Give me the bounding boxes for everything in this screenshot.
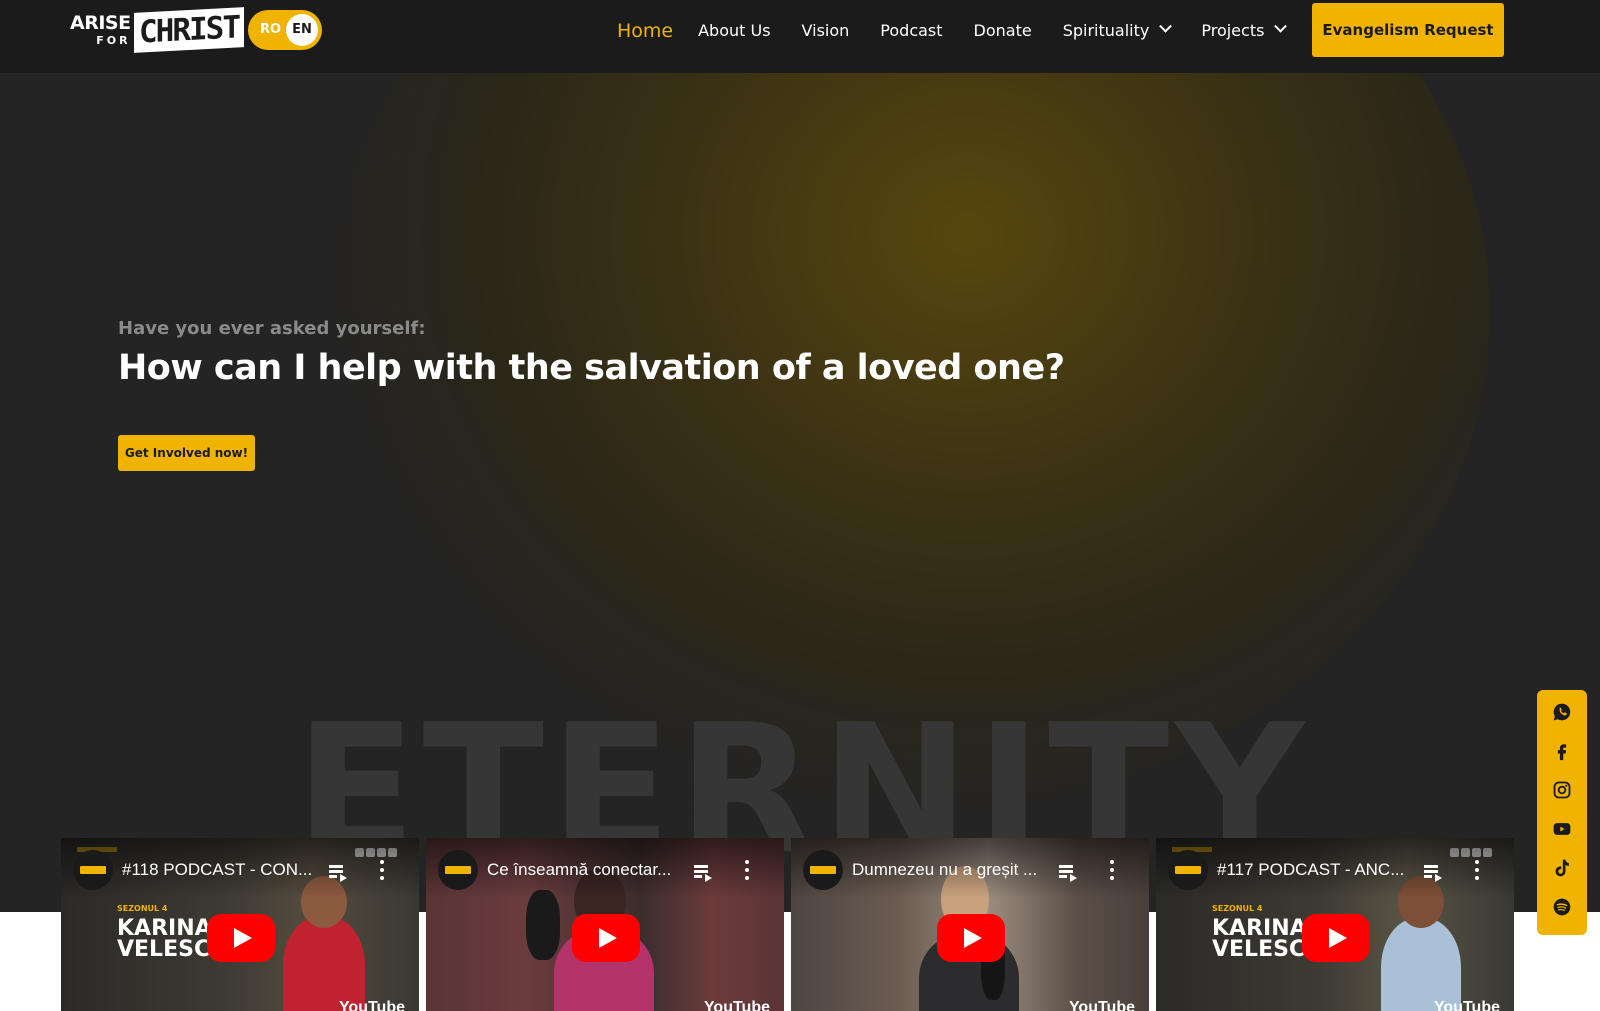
video-title[interactable]: Dumnezeu nu a greșit ... — [852, 860, 1052, 880]
queue-icon[interactable] — [1059, 865, 1077, 882]
video-embed-2[interactable]: Ce înseamnă conectar... YouTube — [426, 838, 784, 1011]
queue-icon[interactable] — [1424, 865, 1442, 882]
language-option-en[interactable]: EN — [286, 14, 318, 46]
evangelism-request-button[interactable]: Evangelism Request — [1312, 3, 1504, 57]
guest-figure — [283, 916, 365, 1011]
main-nav: Home About Us Vision Podcast Donate Spir… — [617, 0, 1316, 61]
nav-projects-label: Projects — [1201, 21, 1265, 40]
facebook-icon[interactable] — [1551, 740, 1573, 762]
more-options-icon[interactable] — [744, 860, 750, 880]
nav-projects[interactable]: Projects — [1201, 19, 1288, 40]
youtube-watermark: YouTube — [1068, 999, 1135, 1011]
video-embed-4[interactable]: SEZONUL 4 KARINA VELESCU #117 PODCAST - … — [1156, 838, 1514, 1011]
whatsapp-icon[interactable] — [1551, 701, 1573, 723]
thumbnail-season: SEZONUL 4 — [1212, 904, 1263, 913]
video-embed-3[interactable]: Dumnezeu nu a greșit ... YouTube — [791, 838, 1149, 1011]
logo-text-for: FOR — [96, 34, 131, 47]
play-icon[interactable] — [1302, 914, 1370, 962]
logo-text-arise: ARISE — [70, 12, 131, 34]
site-logo[interactable]: ARISE FOR CHRIST — [70, 7, 244, 53]
more-options-icon[interactable] — [379, 860, 385, 880]
nav-vision[interactable]: Vision — [802, 21, 850, 40]
youtube-watermark: YouTube — [1433, 999, 1500, 1011]
channel-avatar[interactable] — [803, 850, 843, 890]
nav-podcast[interactable]: Podcast — [880, 21, 942, 40]
play-icon[interactable] — [207, 914, 275, 962]
video-embed-1[interactable]: SEZONUL 4 KARINA VELESCU #118 PODCAST - … — [61, 838, 419, 1011]
thumbnail-season: SEZONUL 4 — [117, 904, 168, 913]
nav-spirituality[interactable]: Spirituality — [1062, 19, 1173, 40]
guest-figure — [1381, 918, 1461, 1011]
microphone — [526, 890, 560, 960]
nav-spirituality-label: Spirituality — [1062, 21, 1150, 40]
youtube-watermark: YouTube — [338, 999, 405, 1011]
get-involved-button[interactable]: Get Involved now! — [118, 435, 255, 471]
channel-avatar[interactable] — [73, 850, 113, 890]
channel-avatar[interactable] — [438, 850, 478, 890]
hero-title: How can I help with the salvation of a l… — [118, 348, 1065, 388]
video-title[interactable]: Ce înseamnă conectar... — [487, 860, 687, 880]
queue-icon[interactable] — [694, 865, 712, 882]
hero-subtitle: Have you ever asked yourself: — [118, 318, 426, 339]
hero-section: Have you ever asked yourself: How can I … — [0, 73, 1600, 912]
language-option-ro[interactable]: RO — [260, 10, 281, 50]
channel-avatar[interactable] — [1168, 850, 1208, 890]
queue-icon[interactable] — [329, 865, 347, 882]
tiktok-icon[interactable] — [1551, 857, 1573, 879]
spotify-icon[interactable] — [1551, 896, 1573, 918]
more-options-icon[interactable] — [1109, 860, 1115, 880]
more-options-icon[interactable] — [1474, 860, 1480, 880]
youtube-watermark: YouTube — [703, 999, 770, 1011]
play-icon[interactable] — [572, 914, 640, 962]
chevron-down-icon — [1274, 19, 1288, 33]
podcast-videos: SEZONUL 4 KARINA VELESCU #118 PODCAST - … — [61, 838, 1514, 1011]
logo-text-christ: CHRIST — [133, 7, 244, 53]
play-icon[interactable] — [937, 914, 1005, 962]
nav-donate[interactable]: Donate — [974, 21, 1032, 40]
chevron-down-icon — [1159, 19, 1173, 33]
instagram-icon[interactable] — [1551, 779, 1573, 801]
nav-home[interactable]: Home — [617, 20, 673, 42]
video-title[interactable]: #117 PODCAST - ANC... — [1217, 860, 1417, 880]
site-header: ARISE FOR CHRIST RO EN Home About Us Vis… — [0, 0, 1600, 73]
nav-about-us[interactable]: About Us — [698, 21, 770, 40]
social-sidebar — [1537, 690, 1587, 935]
youtube-icon[interactable] — [1551, 818, 1573, 840]
language-switcher[interactable]: RO EN — [248, 10, 322, 50]
video-title[interactable]: #118 PODCAST - CON... — [122, 860, 322, 880]
